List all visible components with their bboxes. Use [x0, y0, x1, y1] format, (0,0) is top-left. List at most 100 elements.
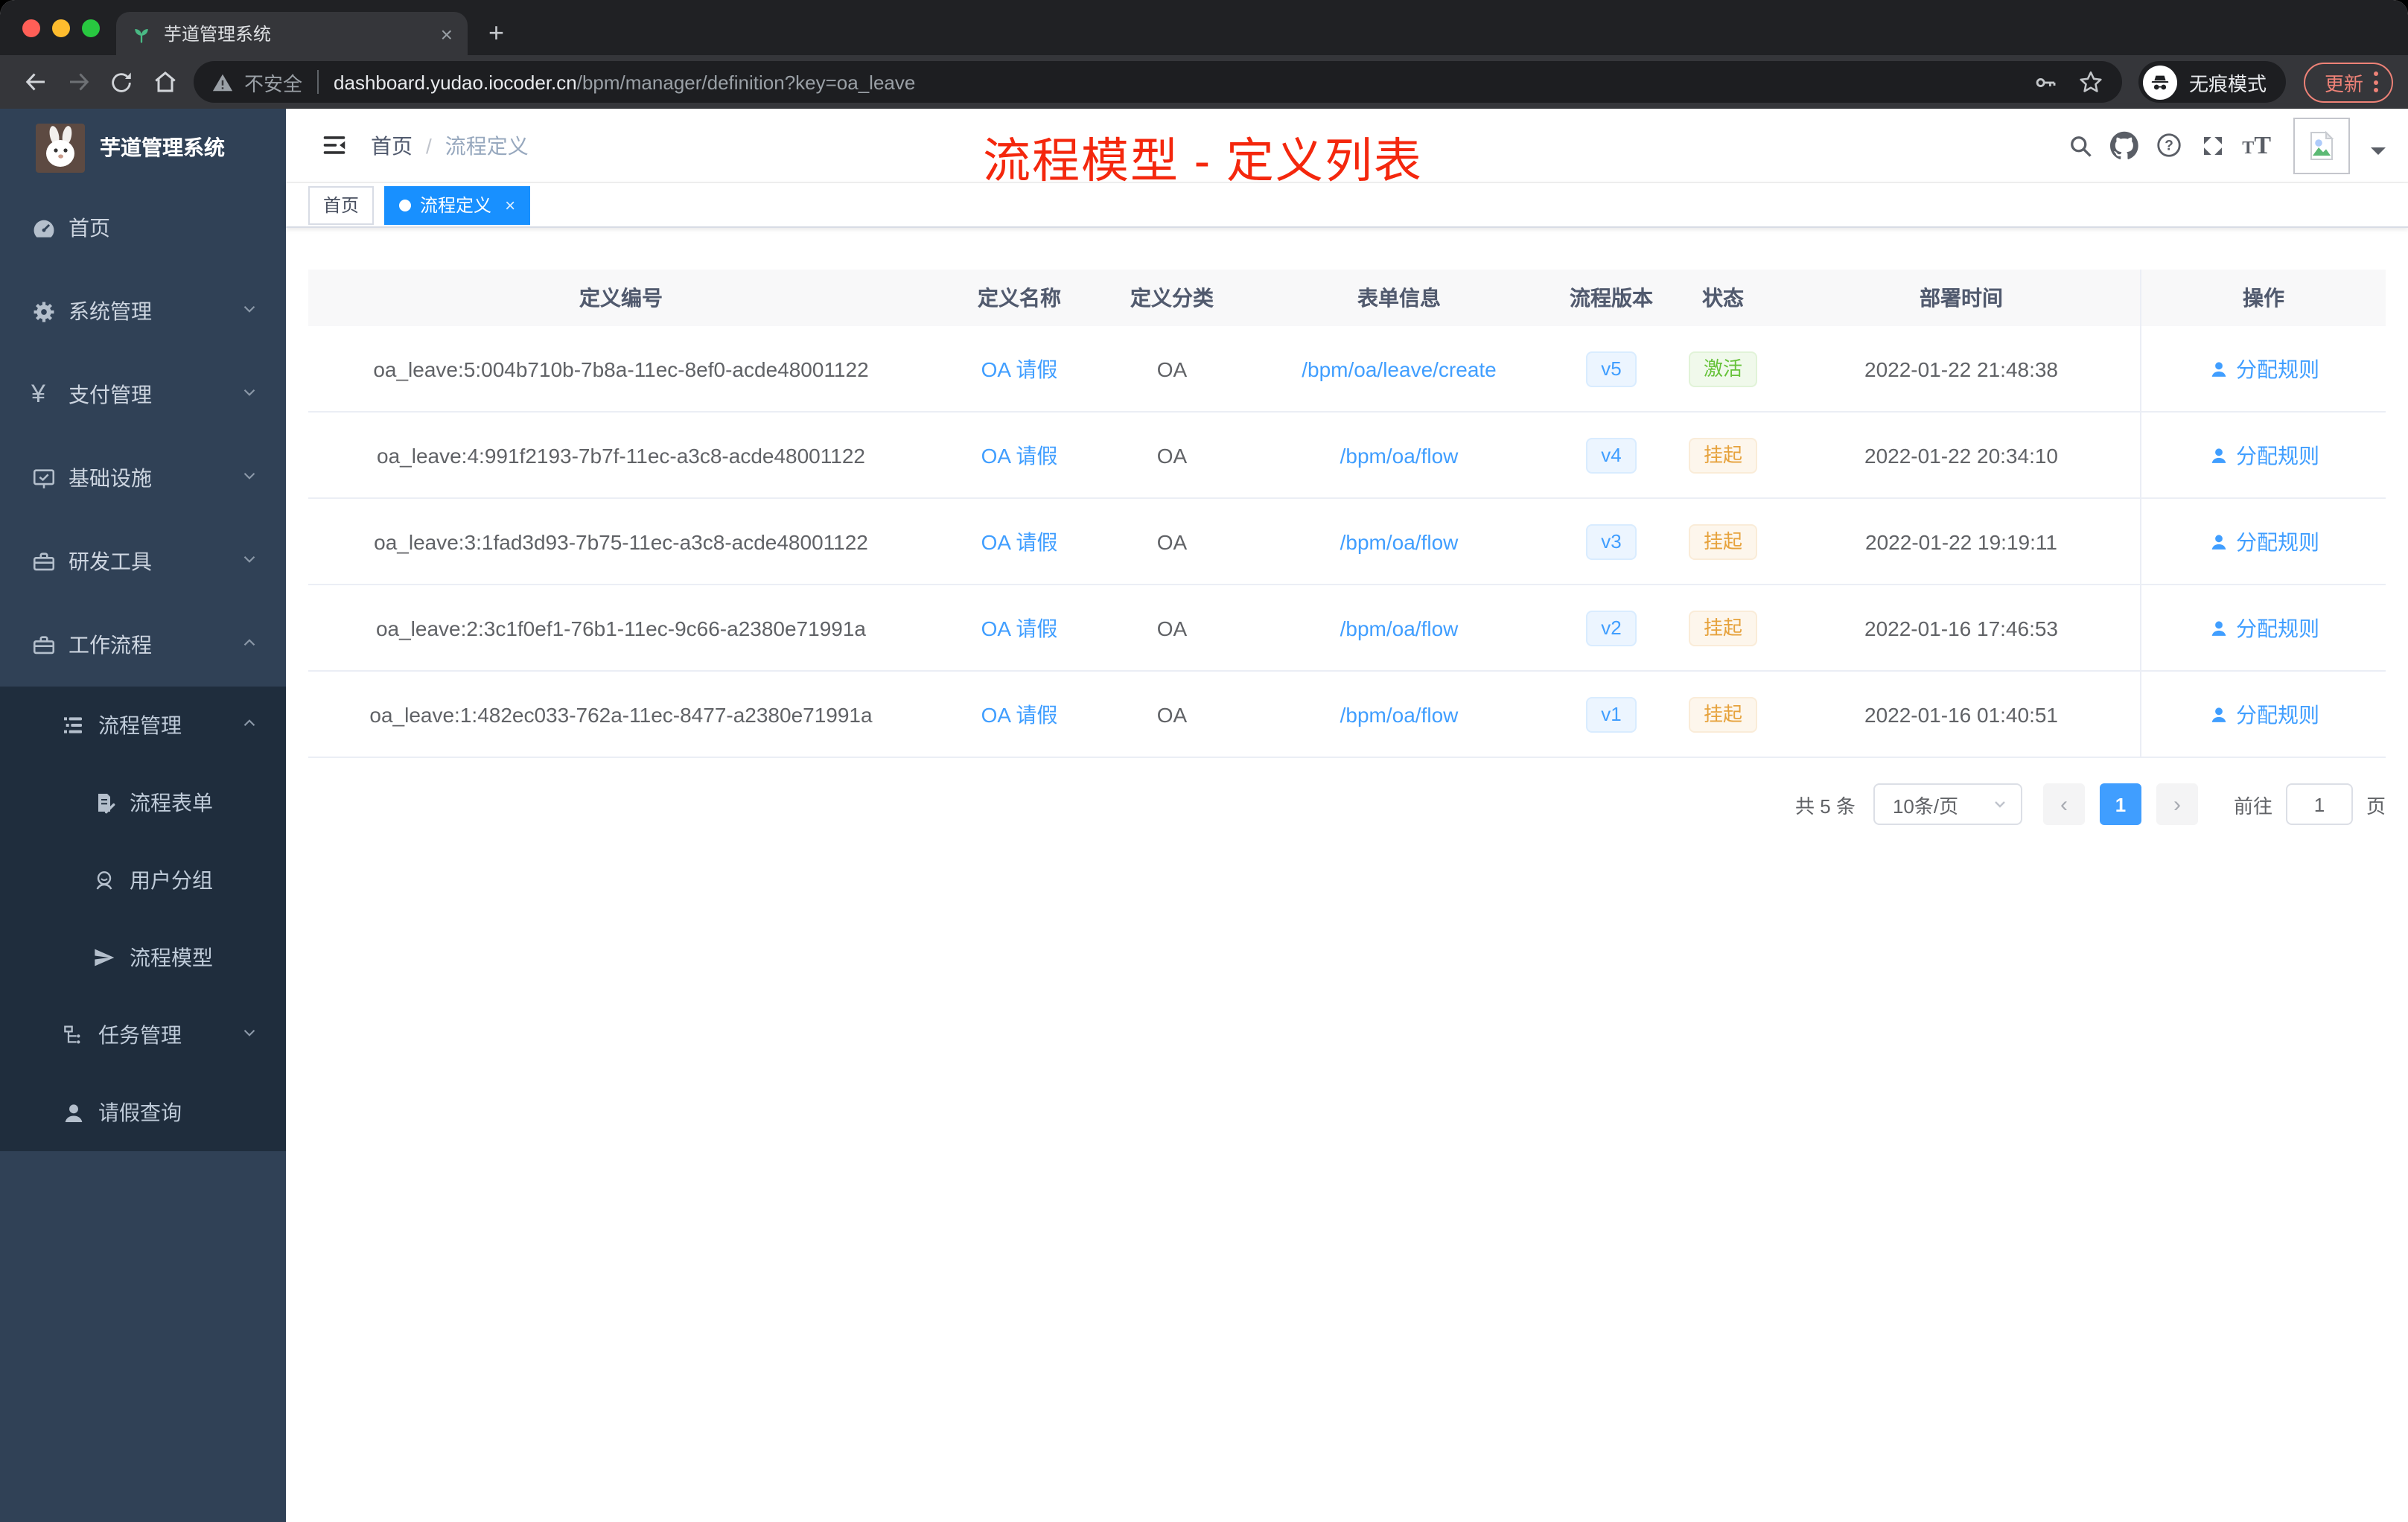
address-bar[interactable]: 不安全 dashboard.yudao.iocoder.cn/bpm/manag…: [194, 61, 2122, 103]
table-header: 定义编号 定义名称 定义分类 表单信息 流程版本 状态 部署时间 操作: [308, 270, 2386, 326]
definition-id: oa_leave:2:3c1f0ef1-76b1-11ec-9c66-a2380…: [375, 616, 866, 640]
chevron-up-icon: [240, 633, 259, 657]
fullscreen-icon[interactable]: [2199, 132, 2226, 159]
definition-name-link[interactable]: OA 请假: [981, 699, 1058, 729]
goto-page-input[interactable]: [2285, 783, 2353, 825]
breadcrumb: 首页 / 流程定义: [371, 130, 529, 160]
document-edit-icon: [92, 791, 130, 815]
omnibox-divider: [317, 70, 319, 94]
browser-update-menu-button[interactable]: 更新: [2303, 62, 2393, 102]
favicon-seedling-icon: [131, 23, 152, 44]
sidebar-item-workflow[interactable]: 工作流程: [0, 603, 286, 687]
chevron-down-icon: [240, 383, 259, 407]
password-key-icon[interactable]: [2033, 69, 2058, 95]
version-badge: v1: [1586, 696, 1637, 732]
update-label: 更新: [2324, 72, 2363, 95]
back-icon[interactable]: [15, 62, 55, 102]
search-icon[interactable]: [2066, 132, 2093, 159]
sidebar-item-task-management[interactable]: 任务管理: [0, 996, 286, 1074]
person-icon: [2211, 620, 2226, 635]
reload-icon[interactable]: [101, 62, 141, 102]
assign-rule-link[interactable]: 分配规则: [2208, 526, 2319, 556]
minimize-window-button[interactable]: [52, 19, 70, 37]
page-size-select[interactable]: 10条/页: [1873, 783, 2022, 825]
tag-close-icon[interactable]: ×: [505, 194, 515, 215]
github-icon[interactable]: [2109, 131, 2138, 159]
prev-page-button[interactable]: ‹: [2042, 783, 2085, 825]
tag-home[interactable]: 首页: [308, 185, 375, 224]
sidebar-item-user-group[interactable]: 用户分组: [0, 841, 286, 919]
chevron-down-icon: [240, 1023, 259, 1047]
tag-process-definition[interactable]: 流程定义 ×: [384, 185, 531, 224]
browser-tab[interactable]: 芋道管理系统 ×: [116, 12, 468, 55]
tab-close-icon[interactable]: ×: [441, 22, 453, 45]
avatar[interactable]: [2293, 117, 2350, 173]
table-row: oa_leave:1:482ec033-762a-11ec-8477-a2380…: [308, 672, 2386, 758]
next-page-button[interactable]: ›: [2156, 783, 2198, 825]
help-icon[interactable]: ?: [2154, 131, 2182, 159]
briefcase-icon: [31, 632, 69, 657]
close-window-button[interactable]: [22, 19, 40, 37]
form-link[interactable]: /bpm/oa/flow: [1340, 702, 1459, 726]
deploy-time: 2022-01-16 17:46:53: [1864, 616, 2058, 640]
breadcrumb-home[interactable]: 首页: [371, 130, 413, 160]
deploy-time: 2022-01-22 19:19:11: [1865, 529, 2057, 553]
definition-name-link[interactable]: OA 请假: [981, 613, 1058, 643]
definition-name-link[interactable]: OA 请假: [981, 526, 1058, 556]
form-link[interactable]: /bpm/oa/flow: [1340, 443, 1459, 467]
status-badge: 激活: [1688, 351, 1757, 386]
sidebar-fold-icon[interactable]: [298, 131, 371, 159]
sidebar-item-payment-management[interactable]: ¥ 支付管理: [0, 353, 286, 436]
person-icon: [2211, 534, 2226, 549]
chevron-down-icon: [240, 299, 259, 323]
sidebar-item-infrastructure[interactable]: 基础设施: [0, 436, 286, 520]
workflow-submenu: 流程管理 流程表单 用户分组 流程模型 任务管理 请假查询: [0, 687, 286, 1151]
new-tab-button[interactable]: +: [488, 19, 504, 46]
tab-strip: 芋道管理系统 × +: [0, 0, 2408, 55]
assign-rule-link[interactable]: 分配规则: [2208, 613, 2319, 643]
sidebar-item-dev-tools[interactable]: 研发工具: [0, 520, 286, 603]
security-label[interactable]: 不安全: [244, 68, 302, 96]
definition-category: OA: [1156, 702, 1188, 726]
breadcrumb-separator: /: [426, 133, 432, 157]
definition-name-link[interactable]: OA 请假: [981, 354, 1058, 383]
chevron-down-icon: [1995, 801, 2005, 808]
page-content: 定义编号 定义名称 定义分类 表单信息 流程版本 状态 部署时间 操作 oa_l…: [286, 228, 2408, 1522]
assign-rule-link[interactable]: 分配规则: [2208, 440, 2319, 470]
status-badge: 挂起: [1688, 437, 1757, 473]
assign-rule-link[interactable]: 分配规则: [2208, 354, 2319, 383]
avatar-dropdown-caret-icon[interactable]: [2371, 147, 2386, 162]
definition-name-link[interactable]: OA 请假: [981, 440, 1058, 470]
incognito-badge: 无痕模式: [2138, 61, 2286, 103]
table-row: oa_leave:4:991f2193-7b7f-11ec-a3c8-acde4…: [308, 413, 2386, 499]
forward-icon[interactable]: [58, 62, 98, 102]
macos-window-controls: [22, 19, 100, 37]
person-icon: [2211, 707, 2226, 722]
sidebar-item-process-management[interactable]: 流程管理: [0, 687, 286, 764]
sidebar-item-process-form[interactable]: 流程表单: [0, 764, 286, 841]
tree-icon: [61, 1023, 98, 1047]
sidebar-item-system-management[interactable]: 系统管理: [0, 270, 286, 353]
definition-category: OA: [1156, 529, 1188, 553]
form-link[interactable]: /bpm/oa/flow: [1340, 616, 1459, 640]
form-link[interactable]: /bpm/oa/leave/create: [1302, 357, 1497, 380]
incognito-label: 无痕模式: [2188, 72, 2267, 95]
definition-table: 定义编号 定义名称 定义分类 表单信息 流程版本 状态 部署时间 操作 oa_l…: [308, 270, 2386, 758]
assign-rule-link[interactable]: 分配规则: [2208, 699, 2319, 729]
home-icon[interactable]: [144, 62, 185, 102]
table-row: oa_leave:5:004b710b-7b8a-11ec-8ef0-acde4…: [308, 326, 2386, 413]
goto-label: 前往: [2233, 795, 2272, 817]
list-icon: [61, 713, 98, 737]
form-link[interactable]: /bpm/oa/flow: [1340, 529, 1459, 553]
sidebar: 芋道管理系统 首页 系统管理 ¥ 支付管理 基础设施 研发工具 工作流程 流程管…: [0, 109, 286, 1522]
not-secure-warning-icon: [211, 71, 234, 93]
font-size-icon[interactable]: TT: [2242, 130, 2271, 160]
chevron-up-icon: [240, 713, 259, 737]
current-page-button[interactable]: 1: [2099, 783, 2141, 825]
sidebar-item-home[interactable]: 首页: [0, 186, 286, 270]
zoom-window-button[interactable]: [82, 19, 100, 37]
bookmark-star-icon[interactable]: [2077, 69, 2104, 95]
sidebar-item-process-model[interactable]: 流程模型: [0, 919, 286, 996]
chevron-down-icon: [240, 550, 259, 573]
sidebar-item-leave-query[interactable]: 请假查询: [0, 1074, 286, 1151]
